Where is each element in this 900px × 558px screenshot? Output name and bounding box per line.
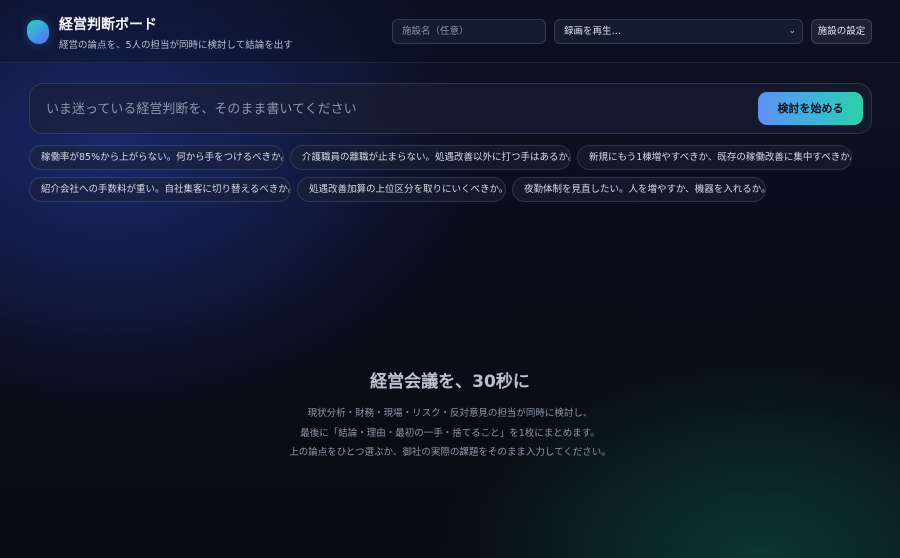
- app-title: 経営判断ボード: [59, 17, 157, 33]
- empty-state-title: 経営会議を、30秒に: [370, 372, 530, 392]
- suggestion-chip[interactable]: 処遇改善加算の上位区分を取りにいくべきか。: [297, 177, 506, 202]
- empty-state-line: 最後に「結論・理由・最初の一手・捨てること」を1枚にまとめます。: [300, 428, 600, 439]
- prompt-bar: 検討を始める: [29, 83, 872, 134]
- empty-state-line: 上の論点をひとつ選ぶか、御社の実際の課題をそのまま入力してください。: [289, 447, 611, 458]
- suggestion-chip[interactable]: 介護職員の離職が止まらない。処遇改善以外に打つ手はあるか。: [290, 145, 571, 170]
- suggestion-chip[interactable]: 新規にもう1棟増やすべきか、既存の稼働改善に集中すべきか。: [577, 145, 852, 170]
- suggestion-chip[interactable]: 夜勤体制を見直したい。人を増やすか、機器を入れるか。: [512, 177, 766, 202]
- facility-name-input[interactable]: [392, 19, 546, 44]
- recording-select[interactable]: 録画を再生… ⌄: [554, 19, 803, 44]
- start-review-button[interactable]: 検討を始める: [758, 92, 863, 125]
- suggestion-chip[interactable]: 紹介会社への手数料が重い。自社集客に切り替えるべきか。: [29, 177, 291, 202]
- app-subtitle: 経営の論点を、5人の担当が同時に検討して結論を出す: [59, 40, 293, 51]
- suggestion-chip[interactable]: 稼働率が85%から上がらない。何から手をつけるべきか。: [29, 145, 284, 170]
- app-logo-icon: [27, 20, 49, 44]
- facility-settings-button[interactable]: 施設の設定: [811, 19, 872, 44]
- decision-prompt-input[interactable]: [46, 98, 736, 120]
- app-header: 経営判断ボード 経営の論点を、5人の担当が同時に検討して結論を出す 録画を再生……: [0, 0, 900, 63]
- chevron-down-icon: ⌄: [788, 26, 796, 36]
- empty-state-line: 現状分析・財務・現場・リスク・反対意見の担当が同時に検討し、: [307, 408, 593, 419]
- recording-select-value: 録画を再生…: [564, 26, 622, 37]
